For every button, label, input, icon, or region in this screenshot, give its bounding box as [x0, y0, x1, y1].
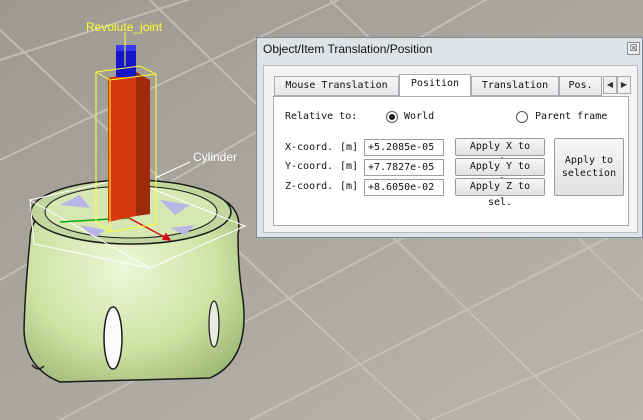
x-coord-label: X-coord. [285, 142, 334, 153]
tab-mouse-translation[interactable]: Mouse Translation [274, 76, 399, 96]
apply-x-button[interactable]: Apply X to sel. [455, 138, 545, 168]
y-coord-label: Y-coord. [285, 161, 334, 172]
tab-scroll-left-icon[interactable]: ◀ [603, 76, 617, 94]
dialog-titlebar[interactable]: Object/Item Translation/Position ☒ [257, 38, 642, 62]
close-icon[interactable]: ☒ [627, 42, 640, 55]
y-coord-unit: [m] [340, 161, 359, 172]
y-coord-input[interactable]: +7.7827e-05 [364, 159, 444, 176]
z-coord-label: Z-coord. [285, 181, 334, 192]
apply-z-button[interactable]: Apply Z to sel. [455, 178, 545, 208]
tab-translation[interactable]: Translation [471, 76, 559, 96]
x-coord-unit: [m] [340, 142, 359, 153]
world-radio[interactable] [386, 111, 398, 123]
parent-frame-radio-label: Parent frame [535, 111, 608, 122]
tab-pos[interactable]: Pos. [559, 76, 602, 96]
z-coord-unit: [m] [340, 181, 359, 192]
parent-frame-radio[interactable] [516, 111, 528, 123]
apply-y-button[interactable]: Apply Y to sel. [455, 158, 545, 188]
translation-position-dialog: Object/Item Translation/Position ☒ Mouse… [256, 37, 643, 238]
x-coord-input[interactable]: +5.2085e-05 [364, 139, 444, 156]
relative-to-label: Relative to: [285, 111, 358, 122]
joint-label: Revolute_joint [86, 20, 163, 34]
dialog-title: Object/Item Translation/Position [263, 42, 433, 56]
tab-position[interactable]: Position [399, 74, 471, 97]
tab-scroll-right-icon[interactable]: ▶ [617, 76, 631, 94]
cylinder-label: Cylinder [193, 150, 238, 164]
world-radio-label: World [404, 111, 435, 122]
z-coord-input[interactable]: +8.6050e-02 [364, 179, 444, 196]
apply-to-selection-button[interactable]: Apply to selection [554, 138, 624, 196]
